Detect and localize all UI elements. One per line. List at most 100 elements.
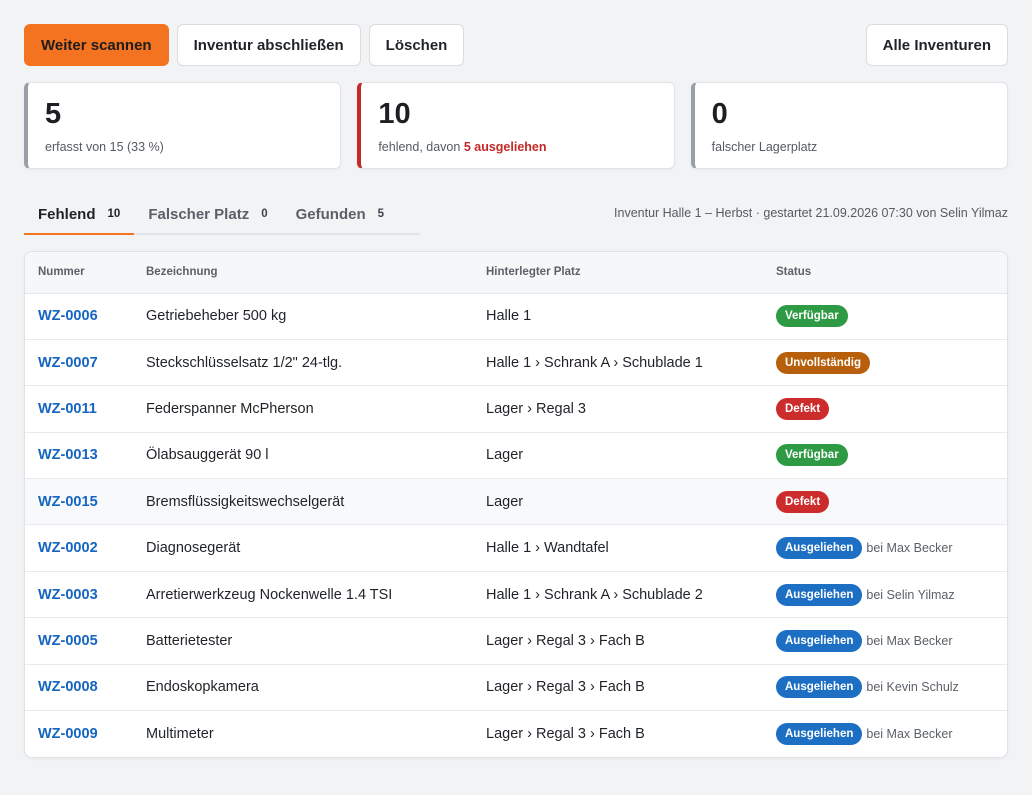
cell-status: Verfügbar xyxy=(763,293,1007,340)
item-number-link[interactable]: WZ-0002 xyxy=(38,540,98,556)
cell-name: Bremsflüssigkeitswechselgerät xyxy=(133,478,473,526)
status-badge: Ausgeliehen xyxy=(776,629,863,652)
cell-number: WZ-0009 xyxy=(25,711,133,757)
tab-missing[interactable]: Fehlend 10 xyxy=(24,195,135,235)
table-row[interactable]: WZ-0009 Multimeter Lager › Regal 3 › Fach … xyxy=(25,711,1007,757)
borrower-text: bei Max Becker xyxy=(866,633,953,648)
continue-scan-button[interactable]: Weiter scannen xyxy=(24,24,169,66)
cell-place: Lager › Regal 3 › Fach B xyxy=(473,664,763,712)
cell-place: Lager › Regal 3 xyxy=(473,385,763,433)
tab-found[interactable]: Gefunden 5 xyxy=(282,195,398,235)
cell-status: Ausgeliehen bei Max Becker xyxy=(763,711,1007,757)
table-row[interactable]: WZ-0008 Endoskopkamera Lager › Regal 3 › F… xyxy=(25,664,1007,712)
cell-place: Lager xyxy=(473,432,763,480)
cell-status: Verfügbar xyxy=(763,432,1007,480)
cell-status: Defekt xyxy=(763,385,1007,433)
item-number-link[interactable]: WZ-0009 xyxy=(38,726,98,742)
item-number-link[interactable]: WZ-0013 xyxy=(38,447,98,463)
cell-name: Batterietester xyxy=(133,617,473,665)
cell-name: Diagnosegerät xyxy=(133,524,473,572)
cell-place: Halle 1 › Schrank A › Schublade 1 xyxy=(473,339,763,387)
column-header-status: Status xyxy=(763,252,1007,294)
cell-number: WZ-0011 xyxy=(25,385,133,433)
status-badge: Verfügbar xyxy=(776,444,848,467)
stat-label-missing-highlight: 5 ausgeliehen xyxy=(463,140,547,154)
cell-name: Ölabsauggerät 90 l xyxy=(133,432,473,480)
stat-card-missing: 10 fehlend, davon 5 ausgeliehen xyxy=(357,82,675,169)
cell-place: Halle 1 › Wandtafel xyxy=(473,524,763,572)
status-badge: Verfügbar xyxy=(776,305,848,328)
cell-place: Halle 1 xyxy=(473,293,763,340)
cell-name: Federspanner McPherson xyxy=(133,385,473,433)
tabs-row: Fehlend 10 Falscher Platz 0 Gefunden 5 I… xyxy=(24,195,1008,235)
table-row[interactable]: WZ-0011 Federspanner McPherson Lager › Reg… xyxy=(25,385,1007,433)
cell-name: Getriebeheber 500 kg xyxy=(133,293,473,340)
delete-button[interactable]: Löschen xyxy=(368,24,465,66)
cell-status: Ausgeliehen bei Max Becker xyxy=(763,617,1007,665)
status-badge: Ausgeliehen xyxy=(776,583,863,606)
toolbar: Weiter scannen Inventur abschließen Lösc… xyxy=(24,24,1008,66)
cell-number: WZ-0015 xyxy=(25,478,133,526)
table-row[interactable]: WZ-0015 Bremsflüssigkeitswechselgerät Lage… xyxy=(25,478,1007,526)
status-badge: Ausgeliehen xyxy=(776,676,863,699)
table-row[interactable]: WZ-0013 Ölabsauggerät 90 l Lager Verfügbar xyxy=(25,432,1007,480)
borrower-text: bei Selin Yilmaz xyxy=(866,587,955,602)
table-body: WZ-0006 Getriebeheber 500 kg Halle 1 Verfüg… xyxy=(25,293,1007,757)
table-row[interactable]: WZ-0002 Diagnosegerät Halle 1 › Wandtafel A… xyxy=(25,524,1007,572)
cell-status: Ausgeliehen bei Max Becker xyxy=(763,524,1007,572)
borrower-text: bei Max Becker xyxy=(866,541,953,556)
cell-name: Steckschlüsselsatz 1/2" 24-tlg. xyxy=(133,339,473,387)
status-badge: Defekt xyxy=(776,490,830,513)
stats-row: 5 erfasst von 15 (33 %) 10 fehlend, davo… xyxy=(24,82,1008,169)
tab-missing-label: Fehlend xyxy=(38,205,96,223)
cell-number: WZ-0006 xyxy=(25,293,133,340)
cell-number: WZ-0002 xyxy=(25,524,133,572)
table-header-row: Nummer Bezeichnung Hinterlegter Platz St… xyxy=(25,252,1007,294)
item-number-link[interactable]: WZ-0008 xyxy=(38,679,98,695)
status-badge: Unvollständig xyxy=(776,351,871,374)
item-number-link[interactable]: WZ-0006 xyxy=(38,308,98,324)
status-badge: Ausgeliehen xyxy=(776,537,863,560)
item-number-link[interactable]: WZ-0011 xyxy=(38,401,97,417)
tab-wrong-place-label: Falscher Platz xyxy=(148,205,250,223)
item-number-link[interactable]: WZ-0015 xyxy=(38,494,98,510)
all-inventories-button[interactable]: Alle Inventuren xyxy=(865,24,1008,66)
column-header-place: Hinterlegter Platz xyxy=(473,252,763,294)
cell-number: WZ-0008 xyxy=(25,664,133,712)
tab-found-count: 5 xyxy=(377,208,385,220)
tab-wrong-place[interactable]: Falscher Platz 0 xyxy=(134,195,281,235)
cell-status: Defekt xyxy=(763,478,1007,526)
cell-status: Unvollständig xyxy=(763,339,1007,387)
table-row[interactable]: WZ-0007 Steckschlüsselsatz 1/2" 24-tlg. Ha… xyxy=(25,339,1007,387)
table-row[interactable]: WZ-0006 Getriebeheber 500 kg Halle 1 Verfüg… xyxy=(25,293,1007,340)
cell-name: Arretierwerkzeug Nockenwelle 1.4 TSI xyxy=(133,571,473,619)
table-row[interactable]: WZ-0003 Arretierwerkzeug Nockenwelle 1.4 … xyxy=(25,571,1007,619)
cell-name: Multimeter xyxy=(146,725,214,742)
tab-wrong-place-count: 0 xyxy=(261,208,268,220)
stat-label-recorded: erfasst von 15 (33 %) xyxy=(45,140,164,154)
column-header-name: Bezeichnung xyxy=(133,252,473,294)
column-header-number: Nummer xyxy=(25,252,133,294)
tab-missing-count: 10 xyxy=(107,208,121,220)
stat-label-missing: fehlend, davon 5 ausgeliehen xyxy=(378,140,656,154)
cell-place: Lager xyxy=(473,478,763,526)
borrower-text: bei Kevin Schulz xyxy=(866,680,959,695)
cell-place: Halle 1 › Schrank A › Schublade 2 xyxy=(473,571,763,619)
finish-inventory-button[interactable]: Inventur abschließen xyxy=(176,24,361,66)
status-badge: Ausgeliehen xyxy=(776,722,863,745)
cell-number: WZ-0005 xyxy=(25,617,133,665)
cell-number: WZ-0013 xyxy=(25,432,133,480)
cell-status: Ausgeliehen bei Selin Yilmaz xyxy=(763,571,1007,619)
stat-label-missing-text: fehlend, davon xyxy=(378,140,461,154)
table-row[interactable]: WZ-0005 Batterietester Lager › Regal 3 › F… xyxy=(25,617,1007,665)
cell-place: Lager › Regal 3 › Fach B xyxy=(473,617,763,665)
stat-card-recorded: 5 erfasst von 15 (33 %) xyxy=(24,82,342,169)
tab-bar: Fehlend 10 Falscher Platz 0 Gefunden 5 xyxy=(24,195,420,235)
item-number-link[interactable]: WZ-0007 xyxy=(38,355,98,371)
stat-value-recorded: 5 xyxy=(45,98,62,130)
item-number-link[interactable]: WZ-0005 xyxy=(38,633,98,649)
missing-items-table: Nummer Bezeichnung Hinterlegter Platz St… xyxy=(24,251,1008,758)
cell-number: WZ-0007 xyxy=(25,339,133,387)
item-number-link[interactable]: WZ-0003 xyxy=(38,587,98,603)
borrower-text: bei Max Becker xyxy=(866,726,953,741)
